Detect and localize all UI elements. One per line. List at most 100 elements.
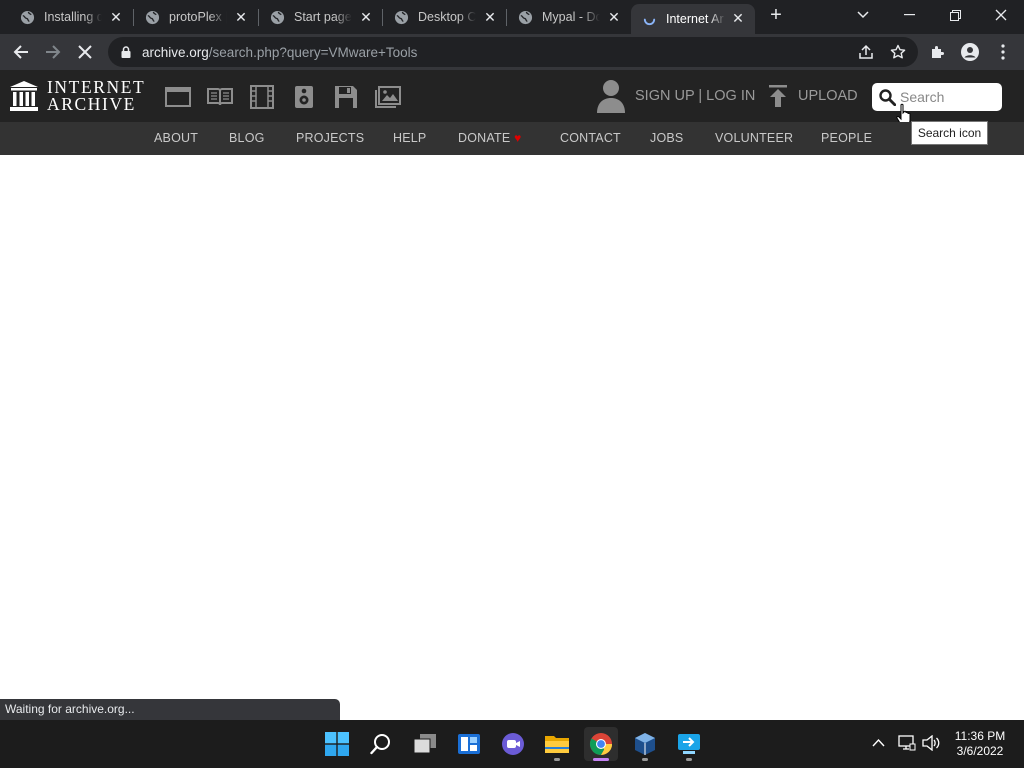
system-clock[interactable]: 11:36 PM 3/6/2022	[945, 729, 1015, 759]
tab-title: Start page	[294, 10, 352, 24]
images-icon[interactable]	[375, 85, 401, 109]
close-icon[interactable]: ✕	[483, 10, 497, 24]
plus-icon: +	[770, 3, 782, 26]
close-icon[interactable]: ✕	[109, 10, 123, 24]
clock-date: 3/6/2022	[956, 744, 1004, 758]
close-icon[interactable]: ✕	[731, 11, 745, 25]
upload-icon[interactable]	[768, 85, 788, 107]
browser-toolbar: archive.org/search.php?query=VMware+Tool…	[0, 34, 1024, 70]
logo-line2: ARCHIVE	[47, 94, 136, 114]
teams-chat-button[interactable]	[496, 727, 530, 761]
globe-icon	[20, 10, 35, 24]
chrome-button[interactable]	[584, 727, 618, 761]
search-icon[interactable]	[879, 89, 896, 106]
nav-people[interactable]: PEOPLE	[821, 131, 872, 145]
nav-jobs[interactable]: JOBS	[650, 131, 683, 145]
running-indicator	[554, 758, 560, 761]
close-window-button[interactable]	[978, 0, 1024, 30]
new-tab-button[interactable]: +	[754, 0, 798, 30]
windows-logo-icon	[325, 732, 349, 756]
nav-projects[interactable]: PROJECTS	[296, 131, 364, 145]
running-indicator	[593, 758, 609, 761]
chevron-down-icon	[857, 11, 869, 19]
close-icon[interactable]: ✕	[607, 10, 621, 24]
ia-nav-bar: ABOUT BLOG PROJECTS HELP DONATE ♥ CONTAC…	[0, 122, 1024, 155]
ia-header: INTERNET ARCHIVE SIGN UP | LOG IN UPLOAD	[0, 70, 1024, 127]
tab-desktop[interactable]: Desktop Co ✕	[374, 0, 507, 34]
file-explorer-button[interactable]	[540, 727, 574, 761]
task-view-button[interactable]	[408, 727, 442, 761]
tab-search-button[interactable]	[840, 0, 886, 30]
tab-installing[interactable]: Installing d ✕	[0, 0, 133, 34]
profile-button[interactable]	[957, 39, 983, 65]
texts-book-icon[interactable]	[207, 85, 233, 109]
extensions-button[interactable]	[925, 39, 951, 65]
close-icon[interactable]: ✕	[359, 10, 373, 24]
archive-building-icon	[10, 81, 38, 111]
tab-protoplex[interactable]: protoPlex | ✕	[125, 0, 258, 34]
globe-icon	[518, 10, 533, 24]
taskbar-search-button[interactable]	[364, 727, 398, 761]
tab-start-page[interactable]: Start page ✕	[250, 0, 383, 34]
address-bar[interactable]: archive.org/search.php?query=VMware+Tool…	[108, 37, 918, 67]
audio-speaker-icon[interactable]	[291, 85, 317, 109]
heart-icon: ♥	[514, 131, 522, 145]
stop-icon	[78, 45, 92, 59]
tab-internet-archive[interactable]: Internet Ar ✕	[631, 4, 755, 34]
puzzle-icon	[932, 46, 944, 58]
globe-icon	[270, 10, 285, 24]
nav-about[interactable]: ABOUT	[154, 131, 198, 145]
tab-title: Installing d	[44, 10, 102, 24]
network-icon[interactable]	[898, 735, 916, 751]
nav-donate-label: DONATE	[458, 131, 511, 145]
chevron-up-icon[interactable]	[872, 738, 885, 747]
tab-title: protoPlex |	[169, 10, 227, 24]
user-icon[interactable]	[596, 79, 626, 113]
loading-spinner-icon	[643, 18, 656, 25]
upload-link[interactable]: UPLOAD	[798, 88, 858, 104]
share-icon[interactable]	[858, 44, 874, 60]
tab-strip: Installing d ✕ protoPlex | ✕ Start page …	[0, 0, 1024, 34]
software-floppy-icon[interactable]	[333, 85, 359, 109]
nav-volunteer[interactable]: VOLUNTEER	[715, 131, 793, 145]
arrow-left-icon	[13, 45, 28, 59]
url-host: archive.org	[142, 45, 209, 60]
minimize-icon	[903, 14, 915, 16]
signup-login-link[interactable]: SIGN UP | LOG IN	[635, 88, 755, 104]
forward-button[interactable]	[40, 39, 66, 65]
bookmark-star-icon[interactable]	[890, 44, 906, 60]
volume-icon[interactable]	[922, 735, 940, 751]
status-bubble: Waiting for archive.org...	[0, 699, 340, 720]
restore-icon	[949, 9, 961, 21]
minimize-button[interactable]	[886, 0, 932, 30]
tab-title: Mypal - Do	[542, 10, 600, 24]
back-button[interactable]	[8, 39, 34, 65]
tab-mypal[interactable]: Mypal - Do ✕	[498, 0, 631, 34]
nav-donate[interactable]: DONATE ♥	[458, 131, 521, 145]
menu-button[interactable]	[990, 39, 1016, 65]
start-button[interactable]	[320, 727, 354, 761]
virtualbox-button[interactable]	[628, 727, 662, 761]
stop-loading-button[interactable]	[72, 39, 98, 65]
restore-button[interactable]	[932, 0, 978, 30]
nav-blog[interactable]: BLOG	[229, 131, 265, 145]
clock-time: 11:36 PM	[954, 729, 1006, 743]
tab-title: Desktop Co	[418, 10, 476, 24]
nav-help[interactable]: HELP	[393, 131, 426, 145]
close-icon[interactable]: ✕	[234, 10, 248, 24]
nav-contact[interactable]: CONTACT	[560, 131, 621, 145]
ia-search-box[interactable]	[872, 83, 1002, 111]
widgets-icon	[458, 734, 480, 754]
web-icon[interactable]	[165, 85, 191, 109]
lock-icon	[121, 46, 131, 58]
url-path: /search.php?query=VMware+Tools	[208, 45, 418, 60]
windows-taskbar: 11:36 PM 3/6/2022	[0, 720, 1024, 768]
remote-desktop-button[interactable]	[672, 727, 706, 761]
chrome-icon	[590, 733, 612, 755]
avatar-icon	[961, 43, 979, 61]
widgets-button[interactable]	[452, 727, 486, 761]
ia-logo[interactable]: INTERNET ARCHIVE	[10, 78, 145, 114]
search-input[interactable]	[900, 87, 995, 107]
video-film-icon[interactable]	[249, 85, 275, 109]
running-indicator	[642, 758, 648, 761]
